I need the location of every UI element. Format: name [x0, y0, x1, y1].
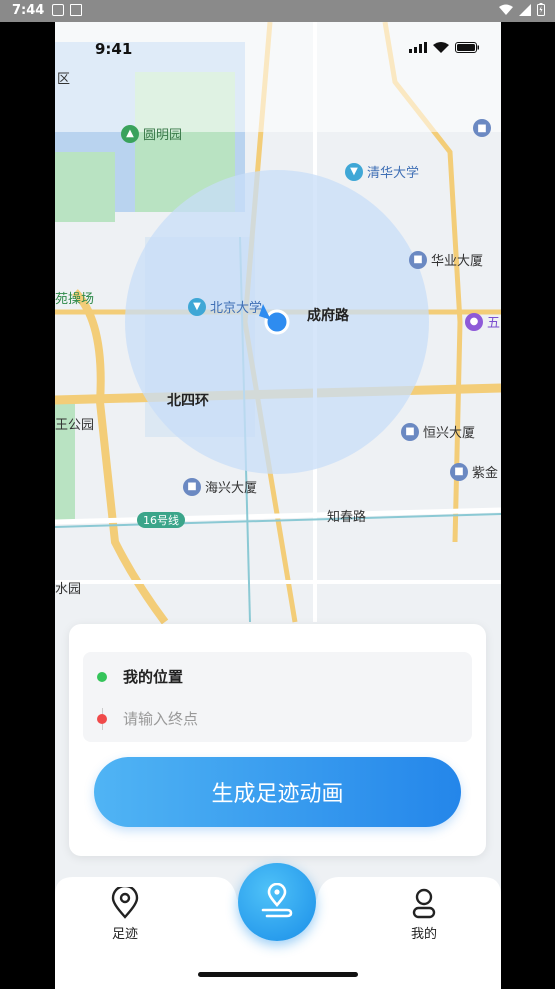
poi-park-icon: ▲ [121, 124, 139, 143]
ios-status-icons [409, 42, 479, 53]
notification-icon [52, 4, 64, 16]
map-label-zhichun-road: 知春路 [327, 510, 367, 525]
tab-footprint[interactable]: 足迹 [110, 887, 140, 942]
map-label-chengfu-road: 成府路 [307, 308, 349, 324]
route-pin-icon [261, 883, 293, 918]
android-status-icons [499, 3, 545, 16]
metro-line-16-badge: 16号线 [137, 512, 185, 528]
cellular-icon [409, 42, 427, 53]
poi-building-icon: ■ [450, 462, 468, 481]
poi-hengxing[interactable]: ■ 恒兴大厦 [401, 422, 475, 441]
tab-footprint-label: 足迹 [111, 927, 138, 942]
poi-building-icon: ■ [473, 119, 491, 137]
origin-row[interactable]: 我的位置 [97, 666, 183, 687]
wifi-icon [433, 42, 449, 53]
center-action-button[interactable] [238, 863, 316, 941]
poi-tsinghua[interactable]: ▼ 清华大学 [345, 162, 419, 181]
poi-building-icon-top[interactable]: ■ [473, 119, 491, 137]
poi-school-icon: ▼ [345, 162, 363, 181]
poi-school-icon: ▼ [188, 297, 206, 316]
poi-huaye[interactable]: ■ 华业大厦 [409, 250, 483, 269]
battery-icon [455, 42, 479, 53]
map-label-water: 水园 [55, 582, 82, 597]
map-green-area [55, 152, 115, 222]
signal-icon [519, 3, 531, 16]
home-indicator [198, 972, 358, 977]
poi-shop-icon: ● [465, 312, 483, 331]
poi-five[interactable]: ● 五 [465, 312, 500, 331]
poi-building-icon: ■ [409, 250, 427, 269]
tab-mine-label: 我的 [410, 927, 437, 942]
poi-pku[interactable]: ▼ 北京大学 [188, 297, 262, 316]
poi-building-icon: ■ [401, 422, 419, 441]
map-label-park: 王公园 [55, 418, 95, 433]
poi-zijin[interactable]: ■ 紫金 [450, 462, 498, 481]
person-icon [412, 888, 436, 919]
generate-animation-button[interactable]: 生成足迹动画 [94, 757, 461, 827]
poi-building-icon: ■ [183, 477, 201, 496]
route-inputs: 我的位置 [83, 652, 472, 742]
map-top-fade [55, 22, 501, 132]
ios-time: 9:41 [95, 40, 133, 58]
mail-icon [70, 4, 82, 16]
route-card: 我的位置 生成足迹动画 [69, 624, 486, 856]
map-label-square: 苑操场 [55, 292, 95, 307]
android-status-bar: 7:44 [0, 0, 555, 22]
map-label-district: 区 [57, 72, 71, 87]
android-time: 7:44 [12, 3, 45, 18]
current-location-marker[interactable] [264, 309, 290, 335]
destination-input[interactable] [123, 710, 423, 728]
destination-dot-icon [97, 714, 107, 724]
map-label-beisihuan: 北四环 [167, 393, 209, 409]
origin-label: 我的位置 [123, 668, 184, 686]
poi-yuanmingyuan[interactable]: ▲ 圆明园 [121, 124, 182, 143]
origin-dot-icon [97, 671, 107, 682]
destination-row[interactable] [97, 710, 423, 728]
poi-haixing[interactable]: ■ 海兴大厦 [183, 477, 257, 496]
battery-icon [537, 3, 545, 16]
location-pin-icon [111, 887, 139, 919]
app-screen: 9:41 区 ▲ 圆明园 ▼ 清华大学 ■ ■ 华业大厦 苑操场 ▼ 北京大学 … [55, 22, 501, 989]
wifi-icon [499, 4, 513, 15]
tab-mine[interactable]: 我的 [410, 887, 438, 942]
